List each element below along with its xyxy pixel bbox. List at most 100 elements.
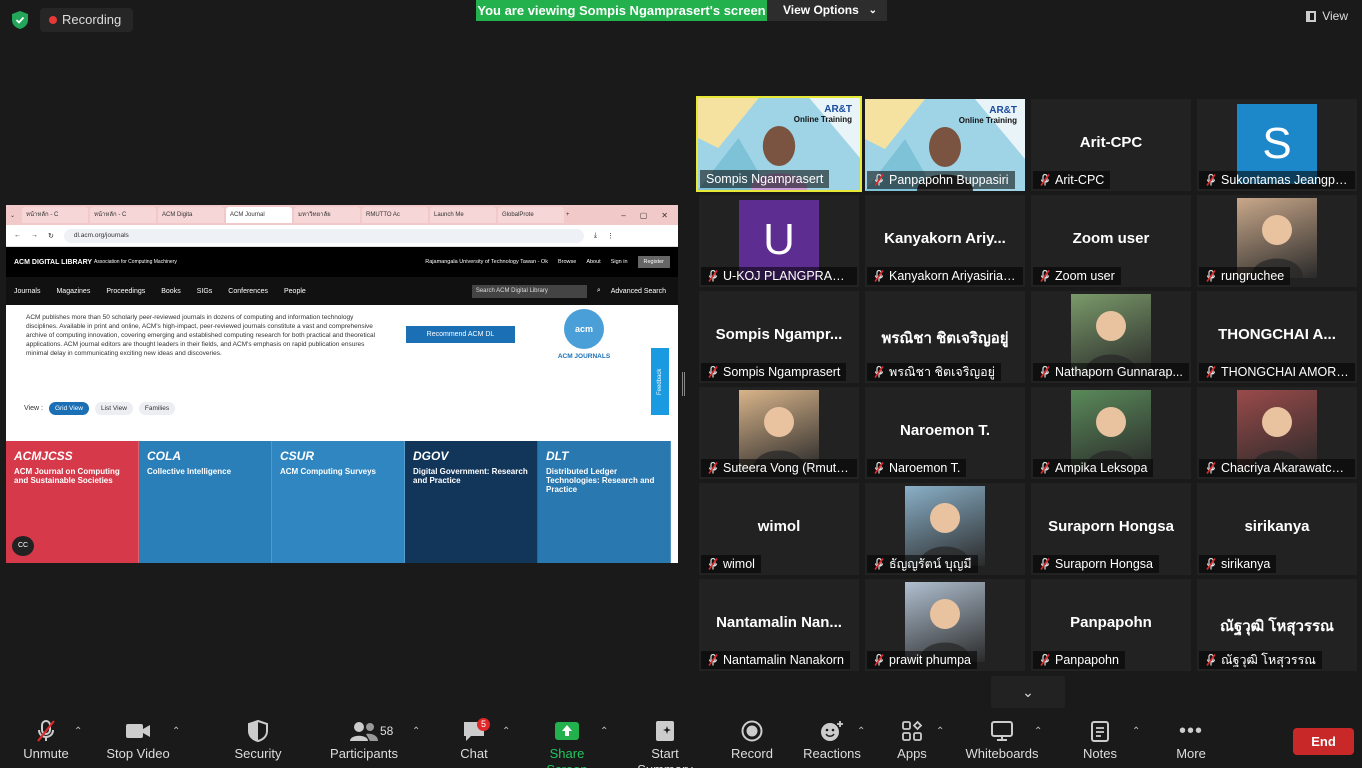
browser-tab[interactable]: RMUTTO Ac — [362, 207, 428, 223]
whiteboards-button[interactable]: Whiteboards — [964, 716, 1040, 768]
nav-sigs[interactable]: SIGs — [197, 288, 213, 295]
participant-tile[interactable]: Sompis Ngampr... Sompis Ngamprasert — [699, 291, 859, 383]
participant-tile[interactable]: ธัญญรัตน์ บุญมี — [865, 483, 1025, 575]
shield-icon[interactable] — [12, 11, 28, 29]
acm-dl-logo[interactable]: ACM DIGITAL LIBRARY — [14, 259, 94, 266]
feedback-tab[interactable]: Feedback — [651, 348, 669, 415]
forward-icon[interactable]: → — [31, 232, 38, 239]
nav-proceedings[interactable]: Proceedings — [106, 288, 145, 295]
reactions-caret-icon[interactable]: ⌃ — [857, 726, 865, 737]
journal-card[interactable]: DGOV Digital Government: Research and Pr… — [405, 441, 538, 563]
families-button[interactable]: Families — [138, 402, 176, 415]
register-button[interactable]: Register — [637, 256, 670, 268]
whiteboards-caret-icon[interactable]: ⌃ — [1034, 726, 1042, 737]
browser-tab[interactable]: Launch Me — [430, 207, 496, 223]
shared-screen[interactable]: ⌄ หน้าหลัก - C หน้าหลัก - C ACM Digita A… — [6, 205, 678, 563]
tab-menu-icon[interactable]: ⌄ — [10, 212, 20, 219]
more-button[interactable]: ••• More — [1170, 716, 1212, 768]
participant-tile[interactable]: THONGCHAI A... THONGCHAI AMORN... — [1197, 291, 1357, 383]
nav-magazines[interactable]: Magazines — [56, 288, 90, 295]
maximize-icon[interactable]: ▢ — [640, 211, 648, 220]
browser-tab-active[interactable]: ACM Journal — [226, 207, 292, 223]
participant-tile[interactable]: Suteera Vong (RmuttO) — [699, 387, 859, 479]
participant-tile[interactable]: Nantamalin Nan... Nantamalin Nanakorn — [699, 579, 859, 671]
participant-tile[interactable]: Zoom user Zoom user — [1031, 195, 1191, 287]
apps-caret-icon[interactable]: ⌃ — [936, 726, 944, 737]
browser-tab[interactable]: มหาวิทยาลัย — [294, 207, 360, 223]
chat-unread-badge: 5 — [477, 718, 491, 731]
recommend-acm-dl-button[interactable]: Recommend ACM DL — [406, 326, 515, 343]
reload-icon[interactable]: ↻ — [48, 232, 54, 240]
gallery-scroll-down-button[interactable]: ⌄ — [991, 676, 1065, 708]
browser-tab[interactable]: หน้าหลัก - C — [90, 207, 156, 223]
url-field[interactable]: dl.acm.org/journals — [63, 228, 584, 243]
list-view-button[interactable]: List View — [95, 402, 133, 415]
share-options-caret-icon[interactable]: ⌃ — [600, 726, 608, 737]
reactions-button[interactable]: Reactions — [800, 716, 864, 768]
menu-dots-icon[interactable]: ⋮ — [607, 232, 614, 240]
close-icon[interactable]: ✕ — [661, 211, 668, 220]
participant-tile[interactable]: Panpapohn Panpapohn — [1031, 579, 1191, 671]
new-tab-icon[interactable]: + — [566, 212, 570, 218]
participant-tile[interactable]: Ampika Leksopa — [1031, 387, 1191, 479]
participant-tile[interactable]: sirikanya sirikanya — [1197, 483, 1357, 575]
journal-card[interactable]: CSUR ACM Computing Surveys — [272, 441, 405, 563]
participant-tile[interactable]: Chacriya Akarawatcha... — [1197, 387, 1357, 479]
share-screen-button[interactable]: Share Screen — [530, 716, 604, 768]
view-options-button[interactable]: View Options ⌄ — [767, 0, 887, 21]
browser-tab[interactable]: หน้าหลัก - C — [22, 207, 88, 223]
participant-tile[interactable]: S Sukontamas Jeangpu... — [1197, 99, 1357, 191]
acm-journals-label: ACM JOURNALS — [557, 353, 611, 360]
participant-tile[interactable]: wimol wimol — [699, 483, 859, 575]
record-button[interactable]: Record — [728, 716, 776, 768]
browser-tab[interactable]: ACM Digita — [158, 207, 224, 223]
nav-people[interactable]: People — [284, 288, 306, 295]
journal-card[interactable]: COLA Collective Intelligence — [139, 441, 272, 563]
participant-tile[interactable]: AR&T Online Training Sompis Ngamprasert — [696, 96, 862, 192]
participant-tile[interactable]: พรณิชา ชิตเจริญอยู่ พรณิชา ชิตเจริญอยู่ — [865, 291, 1025, 383]
start-summary-button[interactable]: Start Summary — [622, 716, 708, 768]
participant-tile[interactable]: Naroemon T. Naroemon T. — [865, 387, 1025, 479]
participant-name-label: ธัญญรัตน์ บุญมี — [867, 555, 978, 573]
participant-tile[interactable]: AR&T Online Training Panpapohn Buppasiri — [865, 99, 1025, 191]
download-icon[interactable]: ⤓ — [594, 232, 597, 240]
participant-tile[interactable]: Suraporn Hongsa Suraporn Hongsa — [1031, 483, 1191, 575]
audio-options-caret-icon[interactable]: ⌃ — [74, 726, 82, 737]
acm-assoc-logo[interactable]: Association for Computing Machinery — [94, 259, 324, 265]
participant-tile[interactable]: Kanyakorn Ariy... Kanyakorn Ariyasiriap..… — [865, 195, 1025, 287]
grid-view-button[interactable]: Grid View — [48, 402, 89, 415]
header-link-signin[interactable]: Sign in — [611, 259, 628, 265]
participant-tile[interactable]: Nathaporn Gunnarap... — [1031, 291, 1191, 383]
recording-indicator[interactable]: Recording — [40, 8, 134, 32]
back-icon[interactable]: ← — [14, 232, 21, 239]
nav-books[interactable]: Books — [161, 288, 180, 295]
nav-journals[interactable]: Journals — [14, 288, 40, 295]
stop-video-button[interactable]: Stop Video — [104, 716, 172, 768]
participant-tile[interactable]: Arit-CPC Arit-CPC — [1031, 99, 1191, 191]
header-link-browse[interactable]: Browse — [558, 259, 576, 265]
security-button[interactable]: Security — [232, 716, 284, 768]
participant-tile[interactable]: prawit phumpa — [865, 579, 1025, 671]
nav-conferences[interactable]: Conferences — [228, 288, 268, 295]
apps-button[interactable]: Apps — [892, 716, 932, 768]
acm-search-input[interactable]: Search ACM Digital Library — [471, 284, 587, 298]
search-icon[interactable]: ⌕ — [597, 287, 601, 295]
view-button[interactable]: View — [1306, 9, 1348, 23]
splitter-handle[interactable] — [682, 372, 685, 396]
header-link-about[interactable]: About — [586, 259, 600, 265]
journal-card[interactable]: DLT Distributed Ledger Technologies: Res… — [538, 441, 671, 563]
minimize-icon[interactable]: – — [621, 211, 625, 220]
participant-tile[interactable]: rungruchee — [1197, 195, 1357, 287]
browser-tab[interactable]: GlobalProte — [498, 207, 564, 223]
closed-caption-icon[interactable]: CC — [12, 536, 34, 556]
notes-button[interactable]: Notes — [1078, 716, 1122, 768]
participants-caret-icon[interactable]: ⌃ — [412, 726, 420, 737]
chat-caret-icon[interactable]: ⌃ — [502, 726, 510, 737]
video-options-caret-icon[interactable]: ⌃ — [172, 726, 180, 737]
notes-caret-icon[interactable]: ⌃ — [1132, 726, 1140, 737]
participant-tile[interactable]: ณัฐวุฒิ โหสุวรรณ ณัฐวุฒิ โหสุวรรณ — [1197, 579, 1357, 671]
end-meeting-button[interactable]: End — [1293, 728, 1354, 755]
advanced-search-link[interactable]: Advanced Search — [611, 288, 666, 295]
unmute-button[interactable]: Unmute — [18, 716, 74, 768]
participant-tile[interactable]: U U-KOJ PLANGPRASO... — [699, 195, 859, 287]
